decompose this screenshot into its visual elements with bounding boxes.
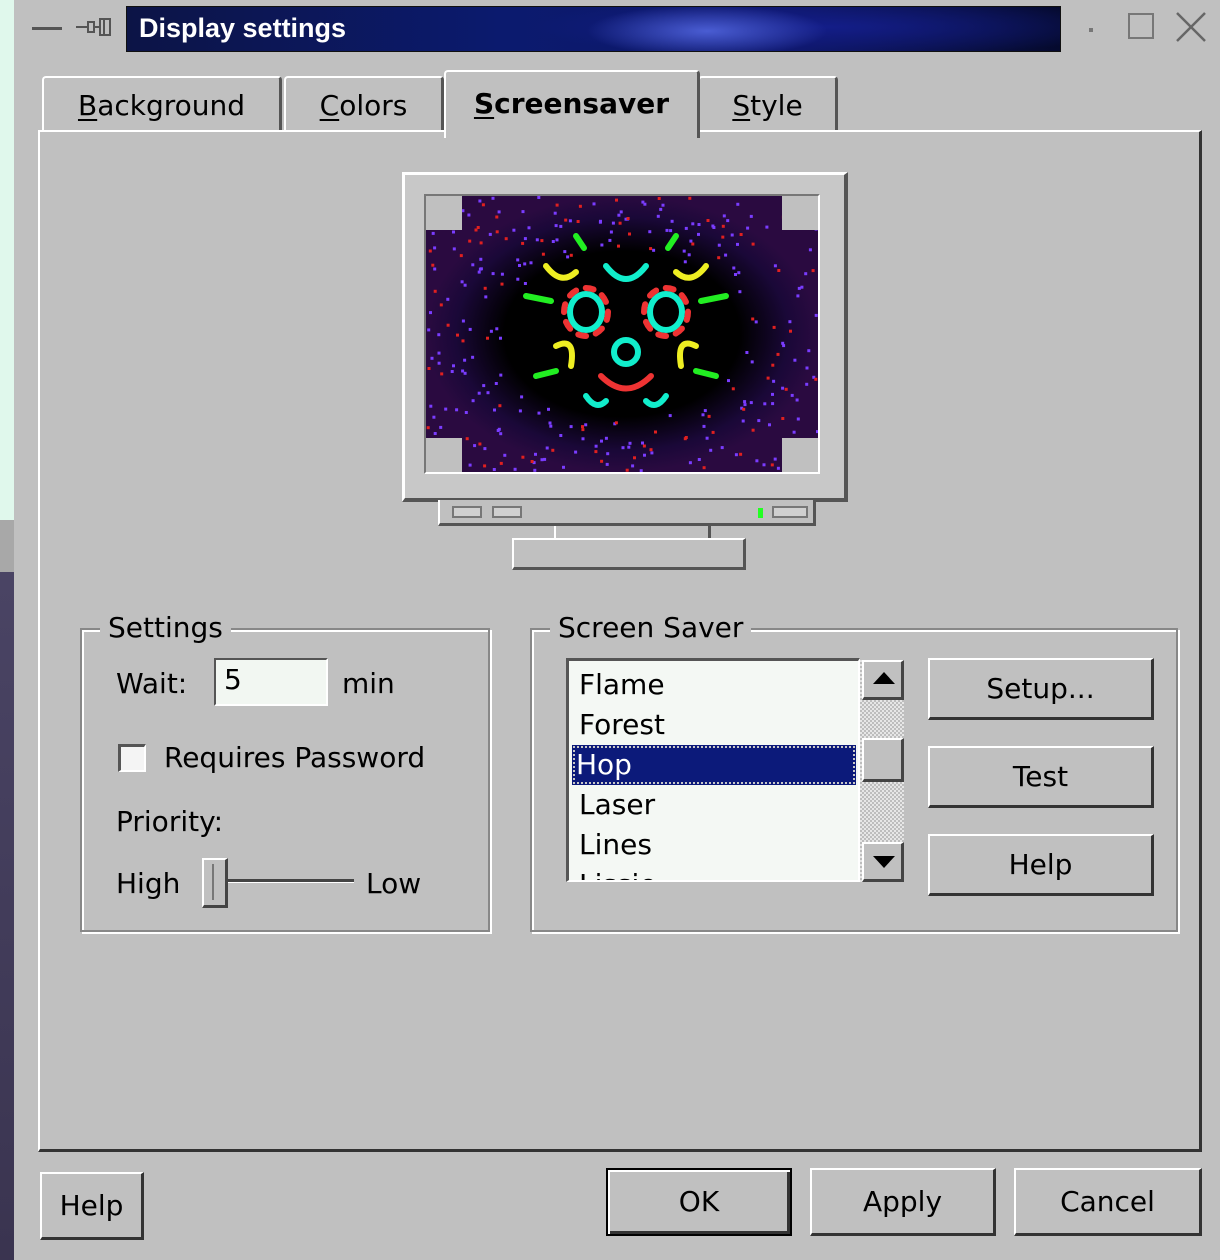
desktop-wallpaper bbox=[0, 572, 14, 1260]
display-settings-window: Display settings Background Colors Style… bbox=[14, 0, 1220, 1260]
list-item[interactable]: Forest bbox=[575, 705, 855, 745]
monitor-power-button bbox=[772, 506, 808, 518]
requires-password-checkbox[interactable] bbox=[118, 744, 146, 772]
monitor-button bbox=[452, 506, 482, 518]
tab-screensaver[interactable]: Screensaver bbox=[444, 70, 700, 138]
tab-background[interactable]: Background bbox=[42, 76, 282, 132]
desktop-taskbar-edge bbox=[0, 520, 14, 572]
list-item[interactable]: Laser bbox=[575, 785, 855, 825]
tab-mnemonic: C bbox=[319, 89, 340, 122]
tab-label: ackground bbox=[97, 89, 246, 122]
requires-password-label[interactable]: Requires Password bbox=[164, 740, 425, 776]
priority-high-label: High bbox=[116, 867, 181, 900]
list-item[interactable]: Lissie bbox=[575, 865, 855, 880]
screensaver-preview bbox=[424, 194, 820, 474]
wait-minutes-input[interactable]: 5 bbox=[214, 658, 328, 706]
scroll-down-button[interactable] bbox=[862, 842, 904, 882]
screen-saver-help-button[interactable]: Help bbox=[928, 834, 1154, 896]
priority-slider-thumb[interactable] bbox=[202, 858, 228, 908]
tab-label: creensaver bbox=[494, 87, 670, 120]
tab-style[interactable]: Style bbox=[698, 76, 838, 132]
wait-unit-label: min bbox=[342, 667, 395, 700]
priority-low-label: Low bbox=[366, 867, 422, 900]
arrow-down-icon bbox=[873, 856, 895, 868]
ok-button[interactable]: OK bbox=[606, 1168, 792, 1236]
minimize-dot-icon[interactable] bbox=[1089, 28, 1093, 32]
priority-label: Priority: bbox=[116, 805, 224, 838]
list-scrollbar-thumb[interactable] bbox=[862, 738, 904, 782]
screen-saver-list[interactable]: Flame Forest Hop Laser Lines Lissie bbox=[566, 658, 860, 882]
pin-icon[interactable] bbox=[74, 16, 114, 38]
title-bar[interactable]: Display settings bbox=[14, 0, 1220, 52]
tab-label: tyle bbox=[750, 89, 803, 122]
monitor-button bbox=[492, 506, 522, 518]
window-menu-icon[interactable] bbox=[32, 27, 62, 30]
apply-button[interactable]: Apply bbox=[810, 1168, 996, 1236]
setup-button[interactable]: Setup... bbox=[928, 658, 1154, 720]
screen-saver-group-title: Screen Saver bbox=[550, 608, 752, 648]
list-item[interactable]: Flame bbox=[575, 665, 855, 705]
monitor-neck bbox=[554, 526, 711, 538]
maximize-icon[interactable] bbox=[1128, 13, 1154, 39]
title-bar-caption[interactable]: Display settings bbox=[126, 6, 1061, 52]
tab-mnemonic: B bbox=[77, 89, 98, 122]
test-button[interactable]: Test bbox=[928, 746, 1154, 808]
slider-thumb-grip bbox=[212, 864, 214, 900]
list-item-selected[interactable]: Hop bbox=[572, 745, 856, 785]
monitor-stand bbox=[512, 538, 746, 570]
tab-colors[interactable]: Colors bbox=[284, 76, 444, 132]
tab-mnemonic: S bbox=[473, 87, 495, 120]
tab-mnemonic: S bbox=[732, 89, 751, 122]
arrow-up-icon bbox=[873, 672, 895, 684]
settings-group-title: Settings bbox=[100, 608, 231, 648]
list-item[interactable]: Lines bbox=[575, 825, 855, 865]
window-title: Display settings bbox=[139, 13, 347, 43]
screensaver-preview-image bbox=[426, 196, 818, 472]
desktop-background bbox=[0, 0, 15, 520]
tab-label: olors bbox=[339, 89, 408, 122]
scroll-up-button[interactable] bbox=[862, 660, 904, 700]
priority-slider-track[interactable] bbox=[226, 879, 354, 883]
help-button[interactable]: Help bbox=[40, 1172, 144, 1240]
monitor-power-led bbox=[758, 508, 763, 518]
close-icon[interactable] bbox=[1174, 10, 1208, 44]
wait-label: Wait: bbox=[116, 667, 188, 700]
cancel-button[interactable]: Cancel bbox=[1014, 1168, 1202, 1236]
